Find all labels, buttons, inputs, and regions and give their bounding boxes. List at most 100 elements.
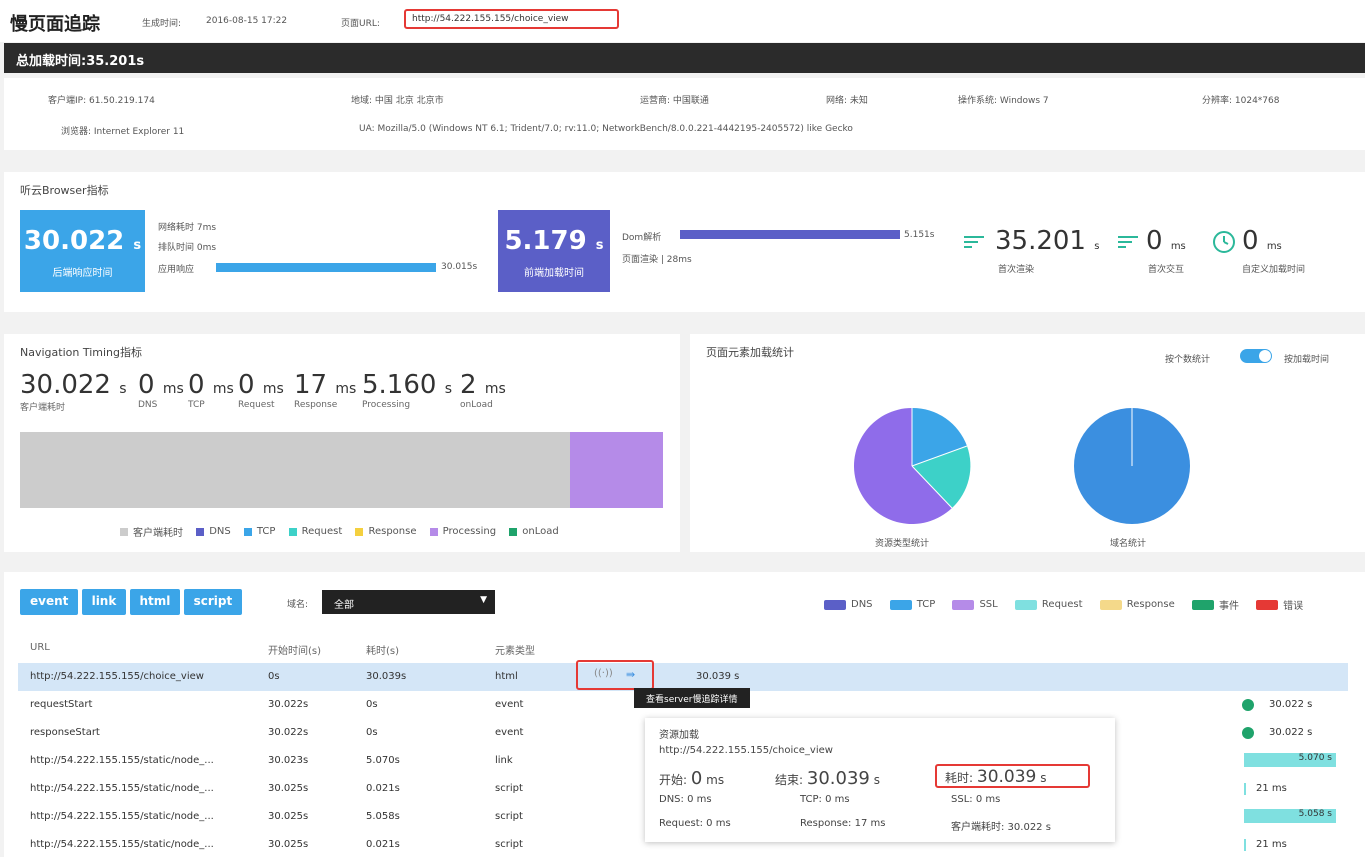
client-region: 地域: 中国 北京 北京市 (351, 96, 444, 106)
nav-client-label: 客户端耗时 (20, 403, 66, 413)
row-url: http://54.222.155.155/static/node_... (30, 839, 214, 850)
app-response-value: 30.015s (441, 262, 478, 272)
legend-tcp-label: TCP (256, 526, 276, 537)
row-url: http://54.222.155.155/static/node_... (30, 755, 214, 766)
row-start: 30.022s (268, 699, 309, 710)
legend-client[interactable]: 客户端耗时 (120, 524, 183, 539)
popup-start: 开始: 0 ms (659, 768, 724, 789)
popup-end-unit: s (873, 773, 880, 787)
legend-tcp[interactable]: TCP (243, 526, 276, 537)
nav-metric-dns: 0 ms DNS (138, 370, 184, 410)
clock-icon (1212, 230, 1236, 257)
client-browser: 浏览器: Internet Explorer 11 (61, 127, 185, 137)
page-url[interactable]: http://54.222.155.155/choice_view (404, 9, 619, 29)
filter-link-button[interactable]: link (81, 589, 127, 615)
legend-dns[interactable]: DNS (196, 526, 231, 537)
rlegend-response[interactable]: Response (1099, 599, 1175, 610)
col-type: 元素类型 (495, 646, 535, 657)
nav-request-value: 0 (238, 370, 255, 400)
popup-ssl: SSL: 0 ms (951, 794, 1001, 805)
filter-buttons: event link html script (20, 589, 243, 615)
nav-request-unit: ms (262, 381, 284, 397)
nav-onload-label: onLoad (460, 400, 493, 410)
legend-processing[interactable]: Processing (429, 526, 496, 537)
nav-metric-client: 30.022 s 客户端耗时 (20, 370, 127, 413)
rlegend-event[interactable]: 事件 (1191, 597, 1239, 612)
table-row[interactable]: requestStart 30.022s 0s event 30.022 s (18, 691, 1348, 719)
legend-onload[interactable]: onLoad (509, 526, 559, 537)
popup-start-value: 0 (690, 768, 703, 789)
row-bar-value: 30.022 s (1269, 699, 1313, 710)
nav-metric-response: 17 ms Response (294, 370, 356, 410)
resource-type-pie[interactable] (840, 404, 984, 528)
row-bar-value: 21 ms (1256, 839, 1287, 850)
first-render-icon (962, 234, 986, 253)
table-row[interactable]: http://54.222.155.155/choice_view 0s 30.… (18, 663, 1348, 691)
domain-pie[interactable] (1060, 404, 1204, 528)
legend-request[interactable]: Request (288, 526, 342, 537)
nav-metric-onload: 2 ms onLoad (460, 370, 506, 410)
nav-request-label: Request (238, 400, 275, 410)
page-title: 慢页面追踪 (10, 14, 100, 35)
backend-value: 30.022 (23, 226, 125, 256)
backend-response-card[interactable]: 30.022 s 后端响应时间 (20, 210, 145, 292)
row-duration: 5.058s (366, 811, 400, 822)
legend-response-swatch (355, 527, 364, 536)
row-start: 30.025s (268, 783, 309, 794)
row-duration: 0.021s (366, 839, 400, 850)
popup-dns: DNS: 0 ms (659, 794, 712, 805)
element-stats-panel (690, 334, 1365, 552)
rlegend-tcp-label: TCP (916, 599, 936, 610)
rlegend-ssl[interactable]: SSL (952, 599, 998, 610)
radio-wave-icon[interactable]: ((·)) (594, 668, 613, 679)
row-bar-value: 21 ms (1256, 783, 1287, 794)
first-render-unit: s (1094, 241, 1100, 252)
frontend-load-card[interactable]: 5.179 s 前端加载时间 (498, 210, 610, 292)
rlegend-event-label: 事件 (1218, 601, 1239, 612)
nav-timing-title: Navigation Timing指标 (20, 346, 142, 359)
legend-tcp-swatch (243, 527, 252, 536)
col-duration: 耗时(s) (366, 646, 400, 657)
first-interact-unit: ms (1170, 241, 1186, 252)
rlegend-ssl-swatch (952, 599, 975, 610)
filter-script-button[interactable]: script (183, 589, 243, 615)
first-interact-value: 0 (1146, 226, 1163, 256)
popup-client: 客户端耗时: 30.022 s (951, 822, 1051, 833)
col-start: 开始时间(s) (268, 646, 322, 657)
nav-bar-client (20, 432, 570, 508)
domain-select[interactable]: 全部 ▼ (322, 590, 495, 614)
frontend-unit: s (595, 238, 604, 253)
first-render-value: 35.201 (995, 226, 1086, 256)
rlegend-error[interactable]: 错误 (1256, 597, 1303, 612)
backend-label: 后端响应时间 (52, 268, 113, 279)
row-type: event (495, 727, 524, 738)
total-load-bar: 总加载时间:35.201s (4, 43, 1365, 73)
table-header: URL 开始时间(s) 耗时(s) 元素类型 (18, 634, 1348, 662)
app-response-bar (216, 263, 436, 272)
popup-request: Request: 0 ms (659, 818, 731, 829)
row-type: html (495, 671, 518, 682)
filter-html-button[interactable]: html (129, 589, 181, 615)
first-render-label: 首次渲染 (998, 265, 1035, 275)
nav-client-unit: s (119, 381, 127, 397)
stats-toggle[interactable] (1240, 349, 1272, 363)
row-type: script (495, 783, 523, 794)
rlegend-request[interactable]: Request (1014, 599, 1083, 610)
custom-load-value: 0 (1242, 226, 1259, 256)
custom-load-value-wrap: 0 ms (1242, 226, 1282, 256)
legend-client-label: 客户端耗时 (133, 528, 183, 539)
nav-client-value: 30.022 (20, 370, 111, 400)
popup-end-value: 30.039 (806, 768, 870, 789)
client-ua: UA: Mozilla/5.0 (Windows NT 6.1; Trident… (359, 124, 853, 134)
legend-response[interactable]: Response (355, 526, 416, 537)
rlegend-dns[interactable]: DNS (824, 599, 873, 610)
domain-filter-label: 域名: (287, 600, 309, 610)
rlegend-tcp[interactable]: TCP (889, 599, 936, 610)
rlegend-response-swatch (1099, 599, 1122, 610)
row-bar: 5.070 s (1244, 753, 1336, 767)
filter-event-button[interactable]: event (20, 589, 79, 615)
row-bar-thin (1244, 839, 1246, 851)
server-trace-icon[interactable]: ⇛ (626, 668, 635, 681)
rlegend-tcp-swatch (889, 599, 912, 610)
generated-label: 生成时间: (142, 19, 182, 29)
